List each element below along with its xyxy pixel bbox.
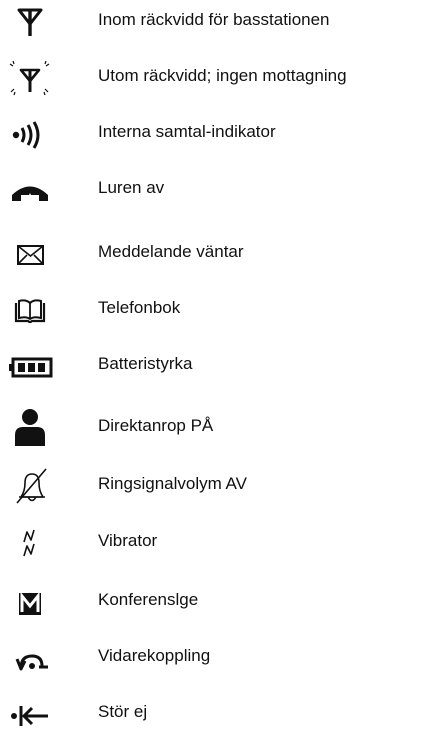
legend-row-phonebook: Telefonbok (0, 290, 448, 330)
legend-label: Direktanrop PÅ (98, 416, 214, 435)
legend-row-in-range: Inom räckvidd för basstationen (0, 2, 448, 42)
call-forward-icon (8, 638, 54, 678)
legend-row-conference: Konferenslge (0, 582, 448, 622)
envelope-icon (8, 234, 54, 274)
legend-row-off-hook: Luren av (0, 170, 448, 210)
legend-row-message-waiting: Meddelande väntar (0, 234, 448, 274)
legend-label: Luren av (98, 178, 165, 197)
legend-label: Konferenslge (98, 590, 199, 609)
vibrator-icon (8, 523, 54, 563)
legend-label: Vibrator (98, 531, 158, 550)
legend-label: Stör ej (98, 702, 148, 721)
antenna-out-of-range-icon (8, 58, 54, 98)
bell-off-icon (8, 466, 54, 506)
do-not-disturb-icon (8, 694, 54, 734)
legend-row-out-of-range: Utom räckvidd; ingen mottagning (0, 58, 448, 98)
battery-icon (8, 346, 54, 386)
legend-row-battery: Batteristyrka (0, 346, 448, 386)
legend-label: Vidarekoppling (98, 646, 211, 665)
conference-icon (8, 582, 54, 622)
legend-row-call-forward: Vidarekoppling (0, 638, 448, 678)
phonebook-icon (8, 290, 54, 330)
legend-label: Inom räckvidd för basstationen (98, 10, 330, 29)
legend-label: Ringsignalvolym AV (98, 474, 247, 493)
icon-legend: Inom räckvidd för basstationen Utom räck… (0, 0, 448, 733)
legend-row-ringer-off: Ringsignalvolym AV (0, 466, 448, 506)
legend-label: Telefonbok (98, 298, 181, 317)
person-icon (8, 408, 54, 448)
legend-label: Utom räckvidd; ingen mottagning (98, 66, 347, 85)
legend-row-vibrator: Vibrator (0, 523, 448, 563)
legend-label: Interna samtal-indikator (98, 122, 276, 141)
legend-label: Batteristyrka (98, 354, 193, 373)
antenna-in-range-icon (8, 2, 54, 42)
legend-row-do-not-disturb: Stör ej (0, 694, 448, 734)
internal-call-icon (8, 114, 54, 154)
legend-row-direct-call: Direktanrop PÅ (0, 408, 448, 448)
legend-row-internal-call: Interna samtal-indikator (0, 114, 448, 154)
legend-label: Meddelande väntar (98, 242, 244, 261)
handset-off-hook-icon (8, 170, 54, 210)
